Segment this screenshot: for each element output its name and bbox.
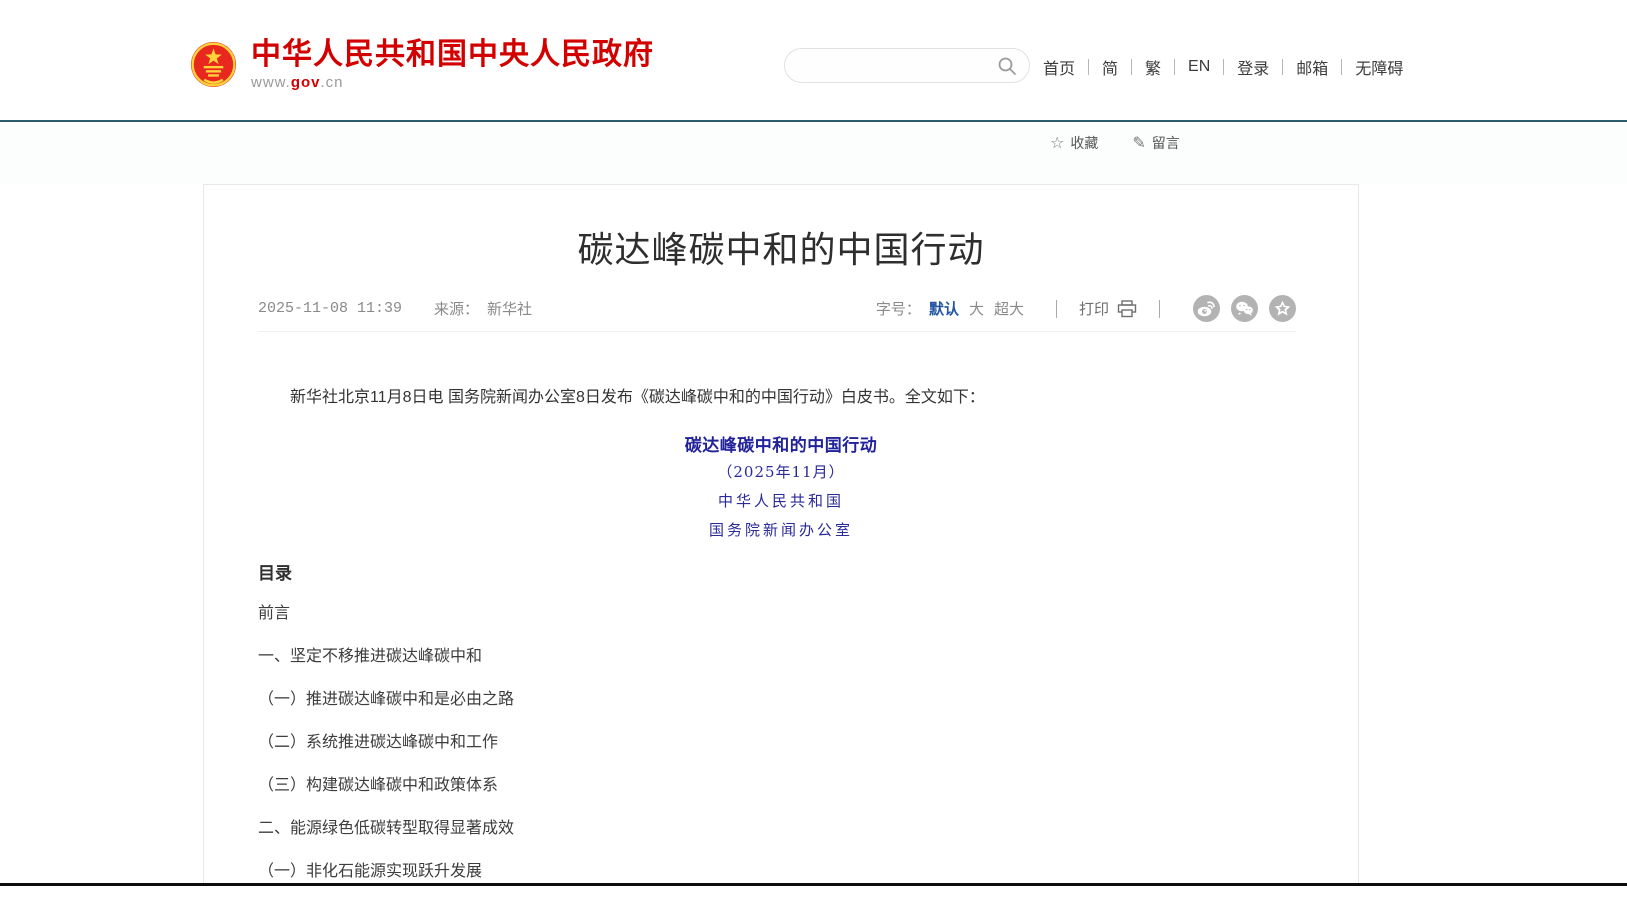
site-logo[interactable]: 中华人民共和国中央人民政府 www.gov.cn	[190, 38, 654, 91]
intro-paragraph: 新华社北京11月8日电 国务院新闻办公室8日发布《碳达峰碳中和的中国行动》白皮书…	[258, 385, 1304, 411]
nav-separator	[1088, 59, 1089, 75]
nav-separator	[1223, 59, 1224, 75]
font-size-xlarge[interactable]: 超大	[994, 298, 1024, 319]
national-emblem-icon	[190, 41, 237, 88]
document-date: （2025年11月）	[204, 461, 1358, 482]
url-suffix: .cn	[321, 74, 344, 91]
font-size-label: 字号：	[876, 298, 921, 319]
source-value[interactable]: 新华社	[487, 298, 532, 319]
qzone-star-share-icon[interactable]	[1269, 295, 1296, 322]
nav-separator	[1174, 59, 1175, 75]
comment-label: 留言	[1152, 133, 1180, 153]
nav-english[interactable]: EN	[1188, 58, 1210, 76]
search-icon[interactable]	[997, 56, 1017, 76]
weibo-share-icon[interactable]	[1193, 295, 1220, 322]
wechat-share-icon[interactable]	[1231, 295, 1258, 322]
search-box	[784, 48, 1030, 83]
sub-bar: ☆ 收藏 ✎ 留言	[0, 124, 1627, 184]
comment-button[interactable]: ✎ 留言	[1132, 133, 1179, 153]
top-nav: 首页 简 繁 EN 登录 邮箱 无障碍	[1043, 55, 1403, 79]
nav-mail[interactable]: 邮箱	[1296, 55, 1328, 79]
meta-separator	[1056, 300, 1057, 318]
toc-item[interactable]: （一）非化石能源实现跃升发展	[258, 861, 1304, 883]
nav-login[interactable]: 登录	[1237, 55, 1269, 79]
nav-simplified[interactable]: 简	[1102, 55, 1118, 79]
meta-separator	[1159, 300, 1160, 318]
bottom-white-strip	[0, 886, 1627, 915]
page-actions: ☆ 收藏 ✎ 留言	[1050, 133, 1214, 153]
document-title: 碳达峰碳中和的中国行动	[204, 431, 1358, 456]
nav-separator	[1341, 59, 1342, 75]
toc-item[interactable]: （二）系统推进碳达峰碳中和工作	[258, 732, 1304, 754]
meta-divider	[258, 331, 1296, 332]
nav-accessibility[interactable]: 无障碍	[1355, 55, 1403, 79]
font-size-default[interactable]: 默认	[929, 298, 959, 319]
site-header: 中华人民共和国中央人民政府 www.gov.cn 首页 简 繁 EN 登录 邮箱…	[0, 0, 1627, 122]
article-meta-row: 2025-11-08 11:39 来源： 新华社 字号： 默认 大 超大 打印	[258, 295, 1296, 322]
source-label: 来源：	[434, 298, 479, 319]
nav-home[interactable]: 首页	[1043, 55, 1075, 79]
site-title: 中华人民共和国中央人民政府	[251, 38, 654, 72]
toc-heading: 目录	[258, 559, 292, 584]
search-input[interactable]	[801, 49, 997, 82]
toc-item[interactable]: 二、能源绿色低碳转型取得显著成效	[258, 818, 1304, 840]
font-size-large[interactable]: 大	[969, 298, 984, 319]
url-prefix: www.	[251, 74, 291, 91]
site-url: www.gov.cn	[251, 74, 654, 91]
pencil-icon: ✎	[1132, 133, 1145, 153]
toc-list: 前言 一、坚定不移推进碳达峰碳中和 （一）推进碳达峰碳中和是必由之路 （二）系统…	[258, 603, 1304, 904]
toc-item[interactable]: （三）构建碳达峰碳中和政策体系	[258, 775, 1304, 797]
toc-item[interactable]: （一）推进碳达峰碳中和是必由之路	[258, 689, 1304, 711]
toc-item[interactable]: 一、坚定不移推进碳达峰碳中和	[258, 646, 1304, 668]
toc-item[interactable]: 前言	[258, 603, 1304, 625]
bottom-edge-bar	[0, 883, 1627, 886]
url-highlight: gov	[291, 74, 321, 91]
document-org-line1: 中华人民共和国	[204, 490, 1358, 511]
article-title: 碳达峰碳中和的中国行动	[204, 221, 1358, 273]
logo-text: 中华人民共和国中央人民政府 www.gov.cn	[251, 38, 654, 91]
nav-separator	[1282, 59, 1283, 75]
printer-icon	[1117, 300, 1137, 318]
favorite-button[interactable]: ☆ 收藏	[1050, 133, 1098, 153]
share-icons	[1182, 295, 1296, 322]
meta-left: 2025-11-08 11:39 来源： 新华社	[258, 298, 532, 319]
meta-right: 字号： 默认 大 超大 打印	[876, 295, 1296, 322]
star-icon: ☆	[1050, 133, 1064, 153]
nav-traditional[interactable]: 繁	[1145, 55, 1161, 79]
publish-datetime: 2025-11-08 11:39	[258, 300, 402, 317]
favorite-label: 收藏	[1070, 133, 1098, 153]
document-org-line2: 国务院新闻办公室	[204, 519, 1358, 540]
nav-separator	[1131, 59, 1132, 75]
print-button[interactable]: 打印	[1079, 298, 1137, 319]
article-card: 碳达峰碳中和的中国行动 2025-11-08 11:39 来源： 新华社 字号：…	[203, 184, 1359, 915]
print-label: 打印	[1079, 298, 1109, 319]
